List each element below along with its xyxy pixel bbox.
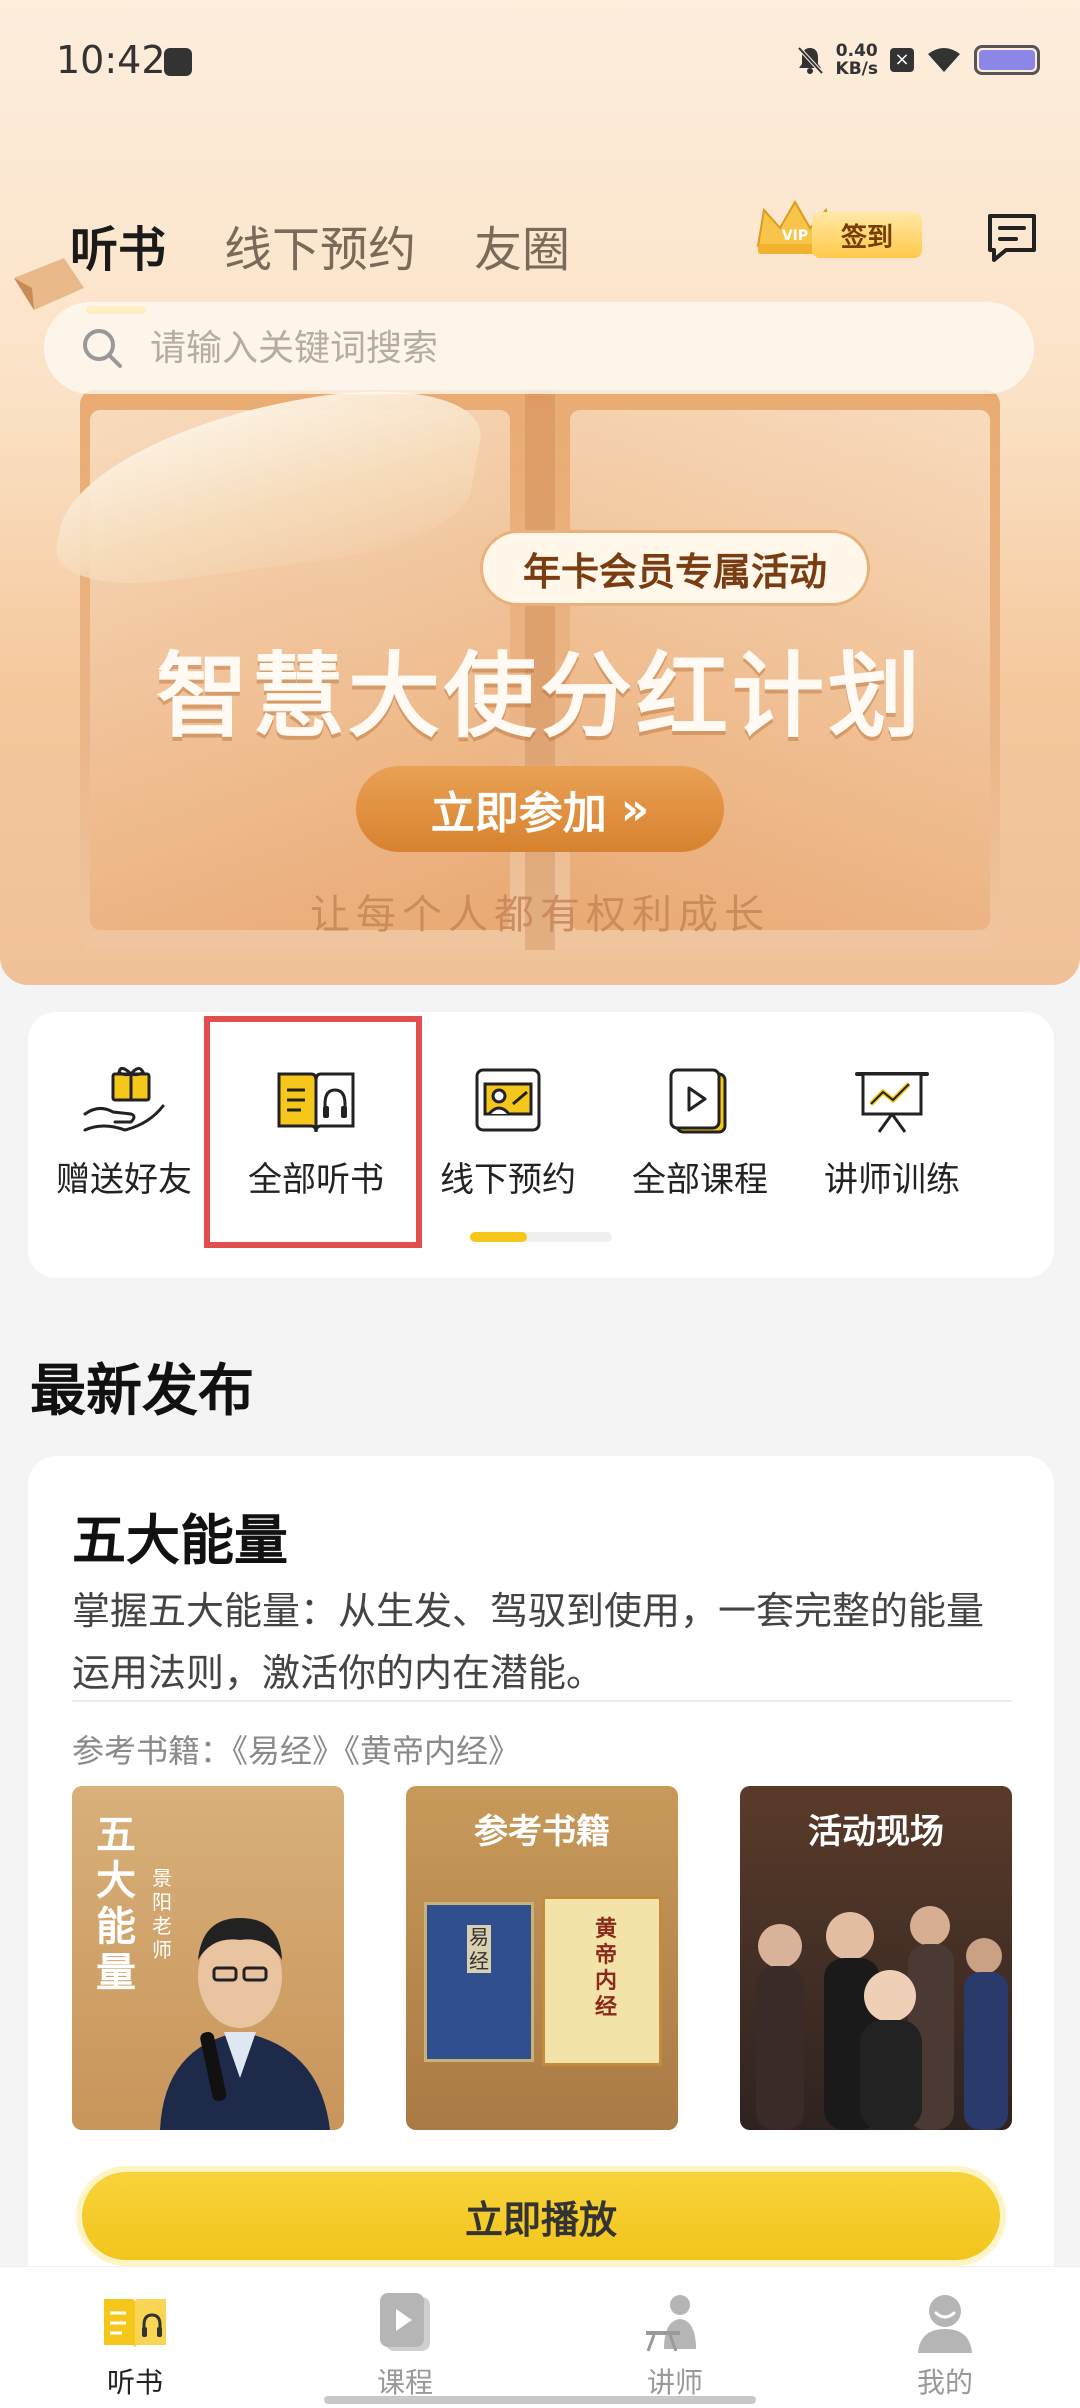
thumb-caption: 活动现场	[808, 1812, 944, 1852]
nav-lecturers[interactable]: 讲师	[540, 2267, 810, 2408]
course-description: 掌握五大能量：从生发、驾驭到使用，一套完整的能量运用法则，激活你的内在潜能。	[72, 1589, 985, 1695]
lecturer-icon	[646, 2295, 696, 2352]
partial-item-icon	[1039, 1064, 1054, 1140]
banner-slogan: 让每个人都有权利成长	[310, 892, 770, 938]
book-yijing: 易经	[424, 1902, 534, 2062]
search-icon	[83, 329, 122, 368]
course-thumbnails: 五大能量 景阳老师 参考书籍 易经 黄帝内经 活动现场	[72, 1786, 1012, 2130]
status-bar: 10:42 0.40 KB/s ×	[0, 0, 1080, 120]
thumb-caption: 参考书籍	[474, 1812, 610, 1852]
highlight-box	[204, 1016, 422, 1248]
nav-label: 听书	[106, 2366, 163, 2399]
status-time: 10:42	[56, 38, 166, 82]
video-course-icon	[669, 1068, 727, 1134]
mute-bell-icon	[797, 46, 824, 75]
menu-offline-booking[interactable]: 线下预约	[412, 1064, 604, 1201]
tab-listen-books[interactable]: 听书	[70, 210, 166, 314]
menu-label: 全部课程	[632, 1160, 768, 1200]
wifi-icon	[928, 48, 960, 72]
home-indicator	[324, 2396, 756, 2404]
tab-offline-booking[interactable]: 线下预约	[224, 210, 416, 280]
cover-title: 五大能量	[96, 1811, 136, 1996]
campaign-badge: 年卡会员专属活动	[480, 530, 871, 606]
nav-profile[interactable]: 我的	[810, 2267, 1080, 2408]
book-neijing-title: 黄帝内经	[595, 1917, 618, 2020]
course-title: 五大能量	[72, 1509, 288, 1572]
nav-label: 我的	[916, 2366, 973, 2399]
message-icon[interactable]	[984, 210, 1040, 264]
vip-label: VIP	[782, 228, 808, 244]
scroll-thumb	[470, 1232, 527, 1242]
notification-icon	[164, 48, 192, 76]
play-now-button[interactable]: 立即播放	[76, 2166, 1006, 2266]
menu-label: 讲师训练	[824, 1160, 960, 1200]
gift-hand-icon	[83, 1067, 165, 1132]
menu-partial-item[interactable]: 读	[988, 1064, 1054, 1201]
join-now-button[interactable]: 立即参加 »	[356, 766, 724, 852]
profile-icon	[918, 2295, 972, 2353]
network-speed: 0.40 KB/s	[836, 42, 878, 78]
double-chevron-icon: »	[620, 783, 650, 835]
bottom-nav: 听书 课程 讲师 我的	[0, 2266, 1080, 2408]
menu-scroll-indicator	[470, 1232, 612, 1242]
no-sim-icon: ×	[890, 48, 914, 72]
book-headphones-icon	[104, 2299, 166, 2349]
chart-board-icon	[855, 1072, 929, 1133]
top-tabs: 听书 线下预约 友圈	[70, 210, 570, 314]
menu-gift-friend[interactable]: 赠送好友	[28, 1064, 220, 1201]
join-now-label: 立即参加	[430, 788, 607, 839]
menu-all-courses[interactable]: 全部课程	[604, 1064, 796, 1201]
menu-label: 赠送好友	[56, 1160, 192, 1200]
thumbnail-reference-books[interactable]: 参考书籍 易经 黄帝内经	[406, 1786, 678, 2130]
divider	[72, 1700, 1012, 1702]
presentation-icon	[475, 1068, 541, 1132]
crowd-photo	[756, 1906, 1008, 2130]
book-huangdi-neijing: 黄帝内经	[542, 1896, 662, 2066]
nav-listen-books[interactable]: 听书	[0, 2267, 270, 2408]
vip-checkin-button[interactable]: VIP 签到	[752, 196, 922, 268]
banner-title: 智慧大使分红计划	[155, 643, 924, 750]
net-speed-value: 0.40	[835, 41, 878, 61]
reference-books: 参考书籍：《易经》《黄帝内经》	[72, 1732, 521, 1770]
search-bar[interactable]	[44, 302, 1034, 394]
nav-courses[interactable]: 课程	[270, 2267, 540, 2408]
search-input[interactable]	[150, 327, 970, 369]
battery-icon	[974, 45, 1040, 75]
nav-label: 讲师	[646, 2366, 703, 2399]
net-speed-unit: KB/s	[835, 59, 878, 79]
teacher-photo	[160, 1918, 330, 2130]
checkin-label: 签到	[812, 212, 922, 258]
tab-friend-circle[interactable]: 友圈	[474, 210, 570, 280]
book-yijing-title: 易经	[467, 1925, 491, 1973]
video-course-icon	[380, 2293, 430, 2351]
thumbnail-event-scene[interactable]: 活动现场	[740, 1786, 1012, 2130]
nav-label: 课程	[376, 2366, 433, 2399]
menu-label: 线下预约	[440, 1160, 576, 1200]
thumbnail-cover[interactable]: 五大能量 景阳老师	[72, 1786, 344, 2130]
section-title: 最新发布	[30, 1359, 254, 1424]
menu-lecturer-training[interactable]: 讲师训练	[796, 1064, 988, 1201]
